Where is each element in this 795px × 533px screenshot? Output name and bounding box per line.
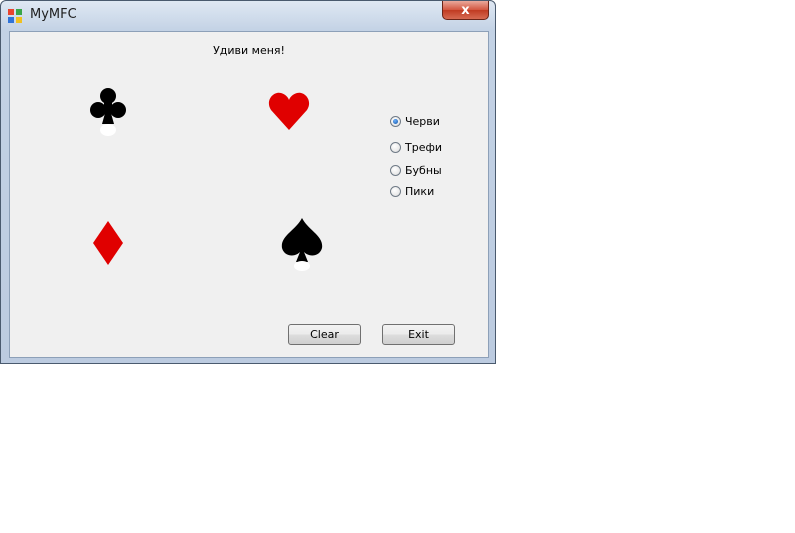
radio-button-icon[interactable] (390, 185, 401, 197)
title-bar[interactable]: MyMFC x (1, 1, 495, 29)
radio-label: Трефи (405, 140, 443, 154)
close-icon: x (461, 2, 470, 18)
spade-icon (281, 218, 323, 271)
app-window: MyMFC x Удиви меня! Черви Трефи Бубны Пи… (0, 0, 496, 364)
dialog-client-area: Удиви меня! Черви Трефи Бубны Пики Clear… (9, 31, 489, 358)
radio-option-chervi[interactable]: Черви (390, 114, 440, 128)
radio-option-trefi[interactable]: Трефи (390, 140, 442, 154)
clear-button[interactable]: Clear (288, 324, 361, 345)
radio-label: Бубны (405, 163, 442, 177)
close-button[interactable]: x (442, 1, 489, 20)
radio-option-bubny[interactable]: Бубны (390, 163, 442, 177)
radio-button-icon[interactable] (390, 141, 401, 153)
radio-button-icon[interactable] (390, 164, 401, 176)
diamond-icon (93, 221, 123, 265)
radio-label: Черви (405, 114, 440, 128)
club-icon (90, 88, 126, 136)
window-title: MyMFC (30, 7, 77, 22)
heart-icon (268, 92, 310, 130)
exit-button[interactable]: Exit (382, 324, 455, 345)
radio-button-checked-icon[interactable] (390, 115, 401, 127)
dialog-heading: Удиви меня! (213, 44, 285, 57)
radio-option-piki[interactable]: Пики (390, 184, 434, 198)
app-icon (8, 9, 22, 23)
radio-label: Пики (405, 184, 435, 198)
